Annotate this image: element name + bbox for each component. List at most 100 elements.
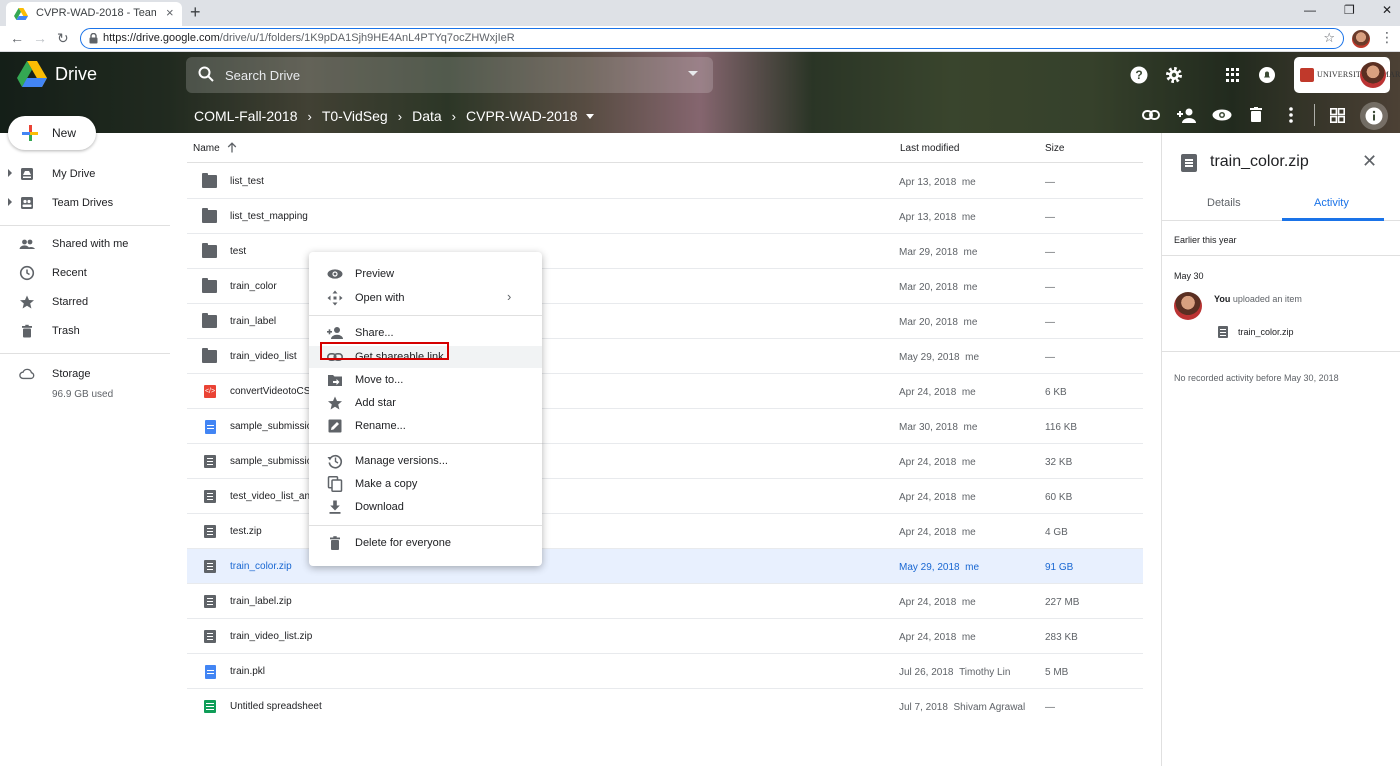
sidebar-item-starred[interactable]: Starred (0, 289, 170, 315)
info-toggle[interactable] (1360, 102, 1388, 130)
menu-item-preview[interactable]: Preview (309, 263, 542, 285)
preview-icon[interactable] (1212, 109, 1232, 121)
expand-caret-icon[interactable] (8, 169, 12, 177)
file-name: test.zip (230, 526, 262, 537)
highlight-annotation-box (320, 342, 449, 360)
breadcrumb-item-coml[interactable]: COML-Fall-2018 (194, 108, 297, 124)
table-row[interactable]: list_test Apr 13, 2018 me — (187, 164, 1143, 199)
breadcrumb-chevron-icon: › (398, 109, 402, 124)
apps-icon[interactable] (1226, 68, 1240, 82)
file-size: — (1045, 212, 1055, 223)
search-input[interactable]: Search Drive (186, 57, 713, 93)
file-size: — (1045, 317, 1055, 328)
address-bar[interactable]: https://drive.google.com/drive/u/1/folde… (80, 28, 1344, 49)
menu-item-add-star[interactable]: Add star (309, 392, 542, 414)
file-size: 60 KB (1045, 492, 1072, 503)
menu-item-label: Share... (355, 327, 394, 339)
breadcrumb-item-t0-vidseg[interactable]: T0-VidSeg (322, 108, 388, 124)
add-person-icon[interactable] (1177, 107, 1197, 123)
menu-divider (309, 315, 542, 316)
maximize-button[interactable]: ❐ (1344, 3, 1355, 17)
file-modified: Jul 26, 2018 Timothy Lin (899, 667, 1010, 678)
search-placeholder: Search Drive (225, 68, 300, 83)
account-switcher[interactable]: UNIVERSITY OF MARYLAND (1294, 57, 1390, 93)
sidebar-item-team-drives[interactable]: Team Drives (0, 190, 170, 216)
sidebar-item-recent[interactable]: Recent (0, 260, 170, 286)
file-modified: May 29, 2018 me (899, 352, 979, 363)
notifications-icon[interactable] (1259, 67, 1275, 83)
menu-item-rename[interactable]: Rename... (309, 415, 542, 437)
menu-item-download[interactable]: Download (309, 496, 542, 518)
forward-button[interactable]: → (33, 30, 47, 46)
activity-item-name[interactable]: train_color.zip (1238, 327, 1294, 337)
folder-dropdown-icon[interactable] (586, 114, 594, 119)
file-list-header: Name Last modified Size (187, 133, 1143, 163)
table-row[interactable]: train_label.zip Apr 24, 2018 me 227 MB (187, 584, 1143, 619)
file-modified: May 29, 2018 me (899, 562, 979, 573)
file-name: train_label (230, 316, 276, 327)
file-name: test_video_list_and (230, 491, 316, 502)
menu-item-delete-for-everyone[interactable]: Delete for everyone (309, 532, 542, 554)
file-name: train_color (230, 281, 277, 292)
breadcrumb-item-current-folder[interactable]: CVPR-WAD-2018 (466, 108, 578, 124)
column-size[interactable]: Size (1045, 143, 1064, 154)
tab-close-icon[interactable]: × (166, 5, 174, 20)
column-name[interactable]: Name (193, 143, 220, 154)
column-last-modified[interactable]: Last modified (900, 143, 959, 154)
browser-menu-icon[interactable]: ⋮ (1380, 29, 1394, 46)
trash-icon[interactable] (1250, 107, 1262, 122)
menu-item-open-with[interactable]: Open with › (309, 287, 542, 309)
settings-icon[interactable] (1165, 66, 1183, 84)
menu-item-make-a-copy[interactable]: Make a copy (309, 473, 542, 495)
back-button[interactable]: ← (10, 30, 24, 46)
sort-arrow-up-icon[interactable] (227, 142, 237, 153)
new-button[interactable]: New (8, 116, 96, 150)
star-icon (19, 294, 35, 310)
help-icon[interactable]: ? (1130, 66, 1148, 84)
link-icon[interactable] (1142, 110, 1160, 120)
file-name: list_test_mapping (230, 211, 308, 222)
zip-file-icon (204, 490, 216, 503)
sidebar-divider (0, 353, 170, 354)
file-name: Untitled spreadsheet (230, 701, 322, 712)
breadcrumb: COML-Fall-2018›T0-VidSeg›Data›CVPR-WAD-2… (194, 107, 594, 124)
menu-item-share[interactable]: Share... (309, 322, 542, 344)
close-window-button[interactable]: ✕ (1382, 3, 1392, 17)
table-row[interactable]: Untitled spreadsheet Jul 7, 2018 Shivam … (187, 689, 1143, 724)
sidebar-item-my-drive[interactable]: My Drive (0, 161, 170, 187)
tab-activity[interactable]: Activity (1314, 197, 1349, 209)
menu-item-get-shareable-link[interactable]: Get shareable link (309, 346, 542, 368)
table-row[interactable]: list_test_mapping Apr 13, 2018 me — (187, 199, 1143, 234)
cloud-icon (19, 366, 35, 382)
breadcrumb-item-data[interactable]: Data (412, 108, 442, 124)
expand-caret-icon[interactable] (8, 198, 12, 206)
menu-item-label: Move to... (355, 374, 403, 386)
search-icon (198, 66, 214, 82)
details-panel: train_color.zip ✕ Details Activity Earli… (1161, 133, 1400, 766)
grid-view-icon[interactable] (1330, 108, 1345, 123)
browser-profile-avatar[interactable] (1352, 30, 1370, 48)
menu-item-move-to[interactable]: Move to... (309, 369, 542, 391)
avatar[interactable] (1360, 62, 1386, 88)
file-name: train_label.zip (230, 596, 292, 607)
sidebar-item-trash[interactable]: Trash (0, 318, 170, 344)
close-icon[interactable]: ✕ (1362, 151, 1377, 172)
reload-button[interactable]: ↻ (57, 30, 69, 47)
file-size: — (1045, 247, 1055, 258)
table-row[interactable]: train_video_list.zip Apr 24, 2018 me 283… (187, 619, 1143, 654)
folder-icon (202, 210, 217, 223)
minimize-button[interactable]: — (1304, 3, 1316, 17)
more-icon[interactable] (1289, 107, 1293, 123)
sidebar-item-storage[interactable]: Storage (0, 361, 170, 387)
sidebar-item-shared-with-me[interactable]: Shared with me (0, 231, 170, 257)
menu-item-manage-versions[interactable]: Manage versions... (309, 450, 542, 472)
tab-details[interactable]: Details (1207, 197, 1241, 209)
table-row[interactable]: train.pkl Jul 26, 2018 Timothy Lin 5 MB (187, 654, 1143, 689)
panel-divider (1162, 351, 1400, 352)
new-tab-button[interactable]: + (190, 2, 201, 23)
team-drives-icon (19, 195, 35, 211)
search-options-icon[interactable] (688, 71, 698, 76)
file-modified: Apr 24, 2018 me (899, 492, 976, 503)
bookmark-star-icon[interactable]: ☆ (1323, 30, 1335, 46)
browser-tab[interactable]: CVPR-WAD-2018 - Team Drive - × (6, 2, 182, 26)
